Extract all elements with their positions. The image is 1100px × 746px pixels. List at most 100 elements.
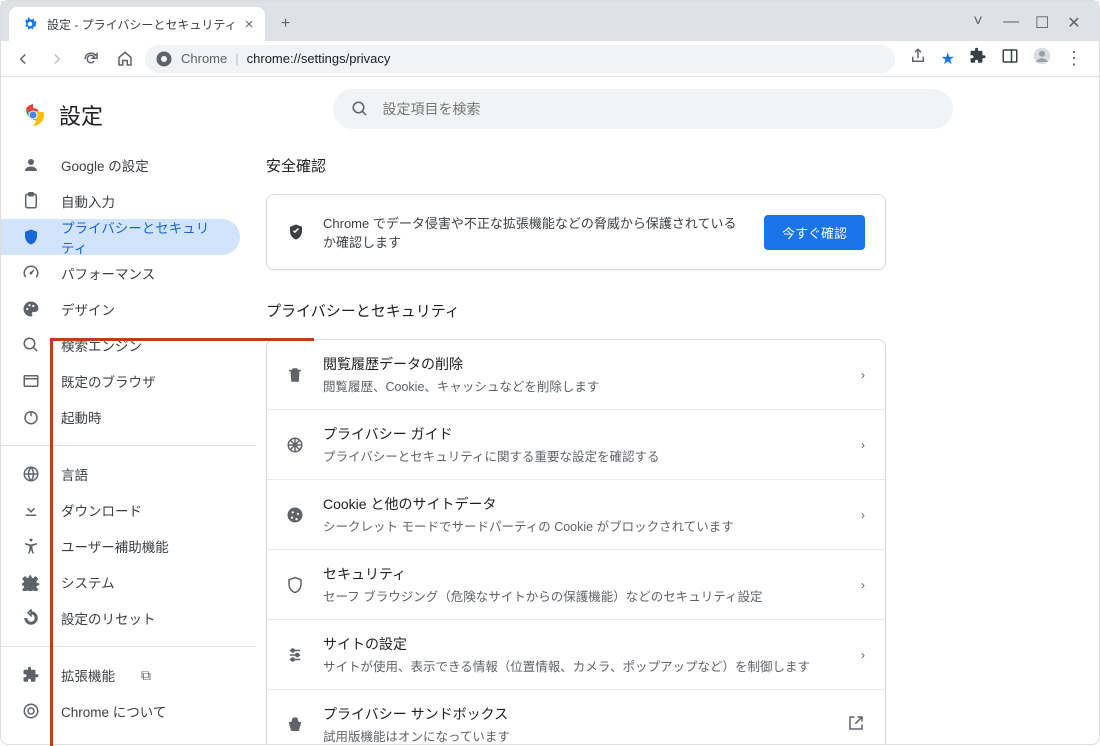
row-desc: 試用版機能はオンになっています — [323, 726, 829, 744]
close-tab-icon[interactable]: × — [245, 16, 254, 33]
cookies-icon — [285, 505, 305, 525]
sidebar-item-label: 言語 — [61, 464, 88, 484]
address-bar[interactable]: Chrome | chrome://settings/privacy — [145, 45, 895, 73]
row-title: サイトの設定 — [323, 634, 843, 654]
security-icon — [285, 575, 305, 595]
shield-icon — [287, 223, 305, 241]
url-text: chrome://settings/privacy — [247, 51, 391, 66]
sidebar-item-label: 起動時 — [61, 407, 102, 427]
sidebar-header: 設定 — [1, 89, 256, 147]
close-window-icon[interactable]: ✕ — [1067, 13, 1081, 33]
bookmark-star-icon[interactable]: ★ — [941, 49, 955, 69]
sidebar-item-label: 既定のブラウザ — [61, 371, 156, 391]
row-title: Cookie と他のサイトデータ — [323, 494, 843, 514]
sidebar-item-label: パフォーマンス — [61, 263, 155, 283]
safety-text: Chrome でデータ侵害や不正な拡張機能などの脅威から保護されているか確認しま… — [323, 213, 746, 251]
share-icon[interactable] — [909, 47, 927, 70]
window-dropdown-icon[interactable]: ˅ — [971, 13, 985, 33]
appearance-icon — [21, 299, 41, 319]
window-controls: ˅ — ☐ ✕ — [971, 13, 1099, 41]
privacy-guide-icon — [285, 435, 305, 455]
sidebar-item-languages[interactable]: 言語 — [1, 456, 240, 492]
google-icon — [21, 155, 41, 175]
safety-check-button[interactable]: 今すぐ確認 — [764, 215, 865, 250]
main-panel: 安全確認 Chrome でデータ侵害や不正な拡張機能などの脅威から保護されている… — [256, 77, 1099, 744]
maximize-icon[interactable]: ☐ — [1035, 13, 1049, 33]
side-panel-icon[interactable] — [1001, 47, 1019, 70]
default-browser-icon — [21, 371, 41, 391]
sidebar-item-system[interactable]: システム — [1, 564, 240, 600]
sidebar-item-search-engine[interactable]: 検索エンジン — [1, 327, 240, 363]
extensions-icon[interactable] — [969, 47, 987, 70]
home-button[interactable] — [111, 45, 139, 73]
extensions-icon — [21, 665, 41, 685]
back-button[interactable] — [9, 45, 37, 73]
row-title: セキュリティ — [323, 564, 843, 584]
sidebar-item-reset[interactable]: 設定のリセット — [1, 600, 240, 636]
clear-data-icon — [285, 365, 305, 385]
chevron-right-icon: › — [861, 508, 865, 522]
row-desc: サイトが使用、表示できる情報（位置情報、カメラ、ポップアップなど）を制御します — [323, 656, 843, 675]
sidebar-item-privacy[interactable]: プライバシーとセキュリティ — [1, 219, 240, 255]
row-privacy-sandbox[interactable]: プライバシー サンドボックス試用版機能はオンになっています — [267, 689, 885, 744]
sidebar-item-label: システム — [61, 572, 115, 592]
sidebar-item-on-startup[interactable]: 起動時 — [1, 399, 240, 435]
sidebar-item-label: Google の設定 — [61, 155, 149, 175]
sidebar-item-default-browser[interactable]: 既定のブラウザ — [1, 363, 240, 399]
chevron-right-icon: › — [861, 648, 865, 662]
chevron-right-icon: › — [861, 578, 865, 592]
minimize-icon[interactable]: — — [1003, 13, 1017, 33]
browser-tab[interactable]: 設定 - プライバシーとセキュリティ × — [9, 7, 265, 41]
tab-title: 設定 - プライバシーとセキュリティ — [47, 16, 237, 33]
sidebar-item-about[interactable]: Chrome について — [1, 693, 240, 729]
languages-icon — [21, 464, 41, 484]
safety-heading: 安全確認 — [266, 155, 1019, 176]
search-engine-icon — [21, 335, 41, 355]
sidebar-item-label: プライバシーとセキュリティ — [61, 217, 220, 257]
row-desc: セーフ ブラウジング（危険なサイトからの保護機能）などのセキュリティ設定 — [323, 586, 843, 605]
new-tab-button[interactable]: + — [271, 10, 299, 38]
gear-icon — [21, 15, 39, 33]
reset-icon — [21, 608, 41, 628]
row-privacy-guide[interactable]: プライバシー ガイドプライバシーとセキュリティに関する重要な設定を確認する› — [267, 409, 885, 479]
sidebar-item-label: デザイン — [61, 299, 115, 319]
sidebar-item-google[interactable]: Google の設定 — [1, 147, 240, 183]
search-input[interactable] — [383, 101, 935, 117]
sidebar-item-label: ダウンロード — [61, 500, 142, 520]
settings-title: 設定 — [59, 99, 103, 131]
row-desc: シークレット モードでサードパーティの Cookie がブロックされています — [323, 516, 843, 535]
row-security[interactable]: セキュリティセーフ ブラウジング（危険なサイトからの保護機能）などのセキュリティ… — [267, 549, 885, 619]
open-external-icon: ⧉ — [141, 667, 151, 684]
menu-icon[interactable]: ⋮ — [1065, 48, 1083, 69]
sidebar-item-autofill[interactable]: 自動入力 — [1, 183, 240, 219]
row-site-settings[interactable]: サイトの設定サイトが使用、表示できる情報（位置情報、カメラ、ポップアップなど）を… — [267, 619, 885, 689]
autofill-icon — [21, 191, 41, 211]
sidebar-item-appearance[interactable]: デザイン — [1, 291, 240, 327]
forward-button[interactable] — [43, 45, 71, 73]
privacy-sandbox-icon — [285, 715, 305, 735]
row-desc: 閲覧履歴、Cookie、キャッシュなどを削除します — [323, 376, 843, 395]
sidebar-item-accessibility[interactable]: ユーザー補助機能 — [1, 528, 240, 564]
row-title: プライバシー ガイド — [323, 424, 843, 444]
sidebar-item-performance[interactable]: パフォーマンス — [1, 255, 240, 291]
chevron-right-icon: › — [861, 368, 865, 382]
on-startup-icon — [21, 407, 41, 427]
sidebar-item-label: Chrome について — [61, 701, 166, 721]
row-clear-data[interactable]: 閲覧履歴データの削除閲覧履歴、Cookie、キャッシュなどを削除します › — [267, 340, 885, 409]
row-title: 閲覧履歴データの削除 — [323, 354, 843, 374]
secure-label: Chrome — [181, 51, 227, 66]
about-icon — [21, 701, 41, 721]
sidebar-item-downloads[interactable]: ダウンロード — [1, 492, 240, 528]
chevron-right-icon — [847, 714, 865, 735]
content-area: 設定 Google の設定自動入力プライバシーとセキュリティパフォーマンスデザイ… — [1, 77, 1099, 744]
row-cookies[interactable]: Cookie と他のサイトデータシークレット モードでサードパーティの Cook… — [267, 479, 885, 549]
profile-avatar[interactable] — [1033, 47, 1051, 70]
settings-sidebar: 設定 Google の設定自動入力プライバシーとセキュリティパフォーマンスデザイ… — [1, 77, 256, 744]
system-icon — [21, 572, 41, 592]
settings-search[interactable] — [333, 89, 953, 129]
sidebar-item-extensions[interactable]: 拡張機能⧉ — [1, 657, 240, 693]
sidebar-item-label: 検索エンジン — [61, 335, 142, 355]
reload-button[interactable] — [77, 45, 105, 73]
site-settings-icon — [285, 645, 305, 665]
sidebar-item-label: 設定のリセット — [61, 608, 156, 628]
